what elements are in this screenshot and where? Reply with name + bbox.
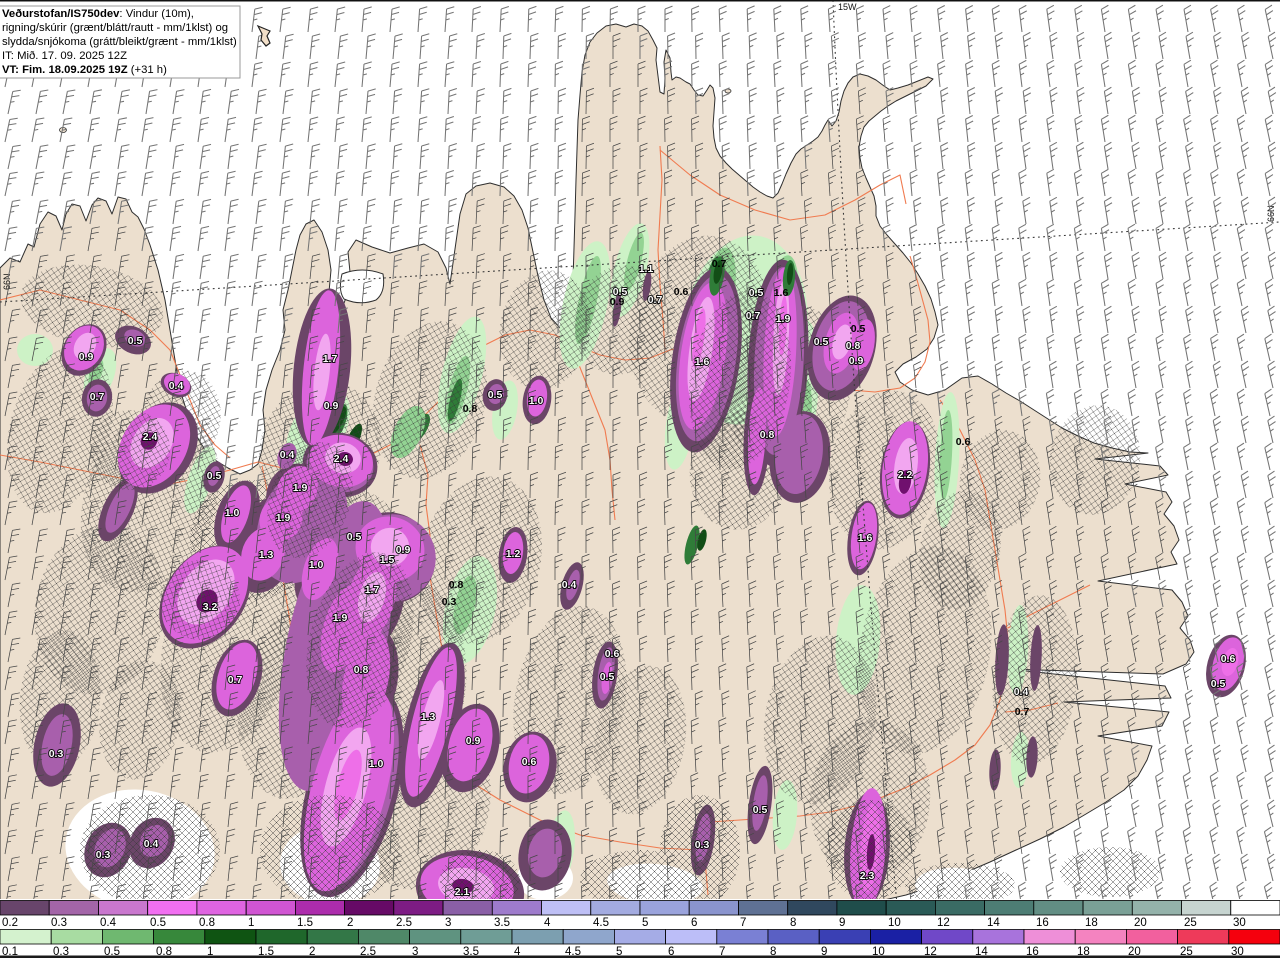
svg-text:6: 6 <box>691 917 697 929</box>
svg-text:1.9: 1.9 <box>276 512 291 524</box>
svg-text:0.9: 0.9 <box>79 351 94 363</box>
svg-text:0.9: 0.9 <box>466 735 481 747</box>
svg-text:0.5: 0.5 <box>1211 678 1226 690</box>
svg-text:8: 8 <box>790 917 796 929</box>
svg-text:0.6: 0.6 <box>956 436 971 448</box>
svg-text:0.3: 0.3 <box>442 596 457 608</box>
svg-text:9: 9 <box>839 917 845 929</box>
svg-text:0.7: 0.7 <box>648 294 663 306</box>
svg-text:0.5: 0.5 <box>753 804 768 816</box>
svg-text:0.5: 0.5 <box>851 323 866 335</box>
svg-text:15W: 15W <box>838 2 857 12</box>
svg-text:0.3: 0.3 <box>695 839 710 851</box>
svg-text:0.8: 0.8 <box>760 429 775 441</box>
svg-text:0.9: 0.9 <box>849 355 864 367</box>
svg-text:1.3: 1.3 <box>259 549 274 561</box>
svg-text:1.6: 1.6 <box>695 356 710 368</box>
svg-text:0.8: 0.8 <box>199 917 215 929</box>
svg-text:0.3: 0.3 <box>49 748 64 760</box>
svg-text:1.9: 1.9 <box>293 482 308 494</box>
svg-text:1.6: 1.6 <box>858 532 873 544</box>
svg-text:0.4: 0.4 <box>100 917 117 929</box>
svg-text:0.4: 0.4 <box>280 449 295 461</box>
svg-text:0.7: 0.7 <box>746 310 761 322</box>
svg-text:0.4: 0.4 <box>1014 686 1029 698</box>
svg-text:12: 12 <box>937 917 950 929</box>
svg-text:5: 5 <box>642 917 648 929</box>
svg-text:0.3: 0.3 <box>51 917 67 929</box>
svg-text:0.4: 0.4 <box>169 380 184 392</box>
svg-text:0.5: 0.5 <box>600 671 615 683</box>
svg-text:1.6: 1.6 <box>774 287 789 299</box>
svg-text:2.5: 2.5 <box>396 917 412 929</box>
svg-text:0.6: 0.6 <box>522 756 537 768</box>
svg-text:18: 18 <box>1085 917 1098 929</box>
svg-text:Veðurstofan/IS750dev: Vindur (: Veðurstofan/IS750dev: Vindur (10m), <box>2 8 194 20</box>
svg-text:25: 25 <box>1184 917 1197 929</box>
svg-text:0.8: 0.8 <box>463 403 478 415</box>
svg-text:2.1: 2.1 <box>455 886 470 898</box>
svg-text:0.7: 0.7 <box>712 258 727 270</box>
svg-text:2.3: 2.3 <box>860 870 875 882</box>
svg-text:1.0: 1.0 <box>309 559 324 571</box>
svg-text:1.3: 1.3 <box>421 711 436 723</box>
svg-text:1.0: 1.0 <box>369 758 384 770</box>
svg-text:7: 7 <box>740 917 746 929</box>
svg-text:3.2: 3.2 <box>203 601 218 613</box>
svg-text:1.7: 1.7 <box>365 584 380 596</box>
svg-text:2.4: 2.4 <box>334 453 349 465</box>
svg-text:0.9: 0.9 <box>396 544 411 556</box>
svg-text:0.4: 0.4 <box>562 579 577 591</box>
svg-text:0.6: 0.6 <box>1221 653 1236 665</box>
svg-text:14: 14 <box>987 917 1000 929</box>
svg-text:0.6: 0.6 <box>605 648 620 660</box>
svg-text:1: 1 <box>248 917 254 929</box>
svg-text:66N: 66N <box>2 273 12 290</box>
svg-text:2.4: 2.4 <box>143 431 158 443</box>
svg-text:4.5: 4.5 <box>593 917 609 929</box>
svg-text:rigning/skúrir (grænt/blátt/ra: rigning/skúrir (grænt/blátt/rautt - mm/1… <box>2 22 228 34</box>
svg-text:0.5: 0.5 <box>347 531 362 543</box>
svg-text:0.5: 0.5 <box>814 336 829 348</box>
svg-text:0.6: 0.6 <box>674 286 689 298</box>
svg-text:1.7: 1.7 <box>323 353 338 365</box>
svg-text:1.2: 1.2 <box>506 548 521 560</box>
svg-text:0.8: 0.8 <box>846 340 861 352</box>
svg-text:0.7: 0.7 <box>1015 706 1030 718</box>
svg-text:0.7: 0.7 <box>90 391 105 403</box>
svg-text:3.5: 3.5 <box>494 917 510 929</box>
svg-text:0.5: 0.5 <box>749 287 764 299</box>
svg-text:1.9: 1.9 <box>776 313 791 325</box>
svg-text:0.7: 0.7 <box>228 674 243 686</box>
svg-text:10: 10 <box>888 917 901 929</box>
svg-text:2.2: 2.2 <box>898 469 913 481</box>
svg-text:3: 3 <box>445 917 451 929</box>
svg-text:0.5: 0.5 <box>488 389 503 401</box>
svg-text:slydda/snjókoma (grátt/bleikt/: slydda/snjókoma (grátt/bleikt/grænt - mm… <box>2 36 237 48</box>
svg-text:0.8: 0.8 <box>354 664 369 676</box>
svg-text:1.1: 1.1 <box>639 263 654 275</box>
svg-text:30: 30 <box>1233 917 1246 929</box>
svg-text:0.9: 0.9 <box>324 400 339 412</box>
svg-text:0.9: 0.9 <box>610 296 625 308</box>
svg-text:4: 4 <box>544 917 551 929</box>
svg-text:0.5: 0.5 <box>128 335 143 347</box>
svg-text:16: 16 <box>1036 917 1049 929</box>
svg-text:0.3: 0.3 <box>96 849 111 861</box>
svg-text:IT: Mið. 17. 09. 2025 12Z: IT: Mið. 17. 09. 2025 12Z <box>2 50 127 62</box>
svg-text:1.9: 1.9 <box>333 612 348 624</box>
svg-text:20: 20 <box>1134 917 1147 929</box>
svg-text:0.5: 0.5 <box>150 917 166 929</box>
svg-text:1.0: 1.0 <box>529 395 544 407</box>
svg-text:1.0: 1.0 <box>225 507 240 519</box>
svg-text:0.8: 0.8 <box>449 579 464 591</box>
svg-text:0.2: 0.2 <box>2 917 18 929</box>
svg-text:2: 2 <box>347 917 353 929</box>
svg-text:1.5: 1.5 <box>297 917 313 929</box>
svg-text:0.5: 0.5 <box>207 470 222 482</box>
svg-text:1.5: 1.5 <box>380 554 395 566</box>
svg-text:VT: Fim. 18.09.2025 19Z (+31 h: VT: Fim. 18.09.2025 19Z (+31 h) <box>2 64 167 76</box>
svg-text:0.4: 0.4 <box>144 838 159 850</box>
